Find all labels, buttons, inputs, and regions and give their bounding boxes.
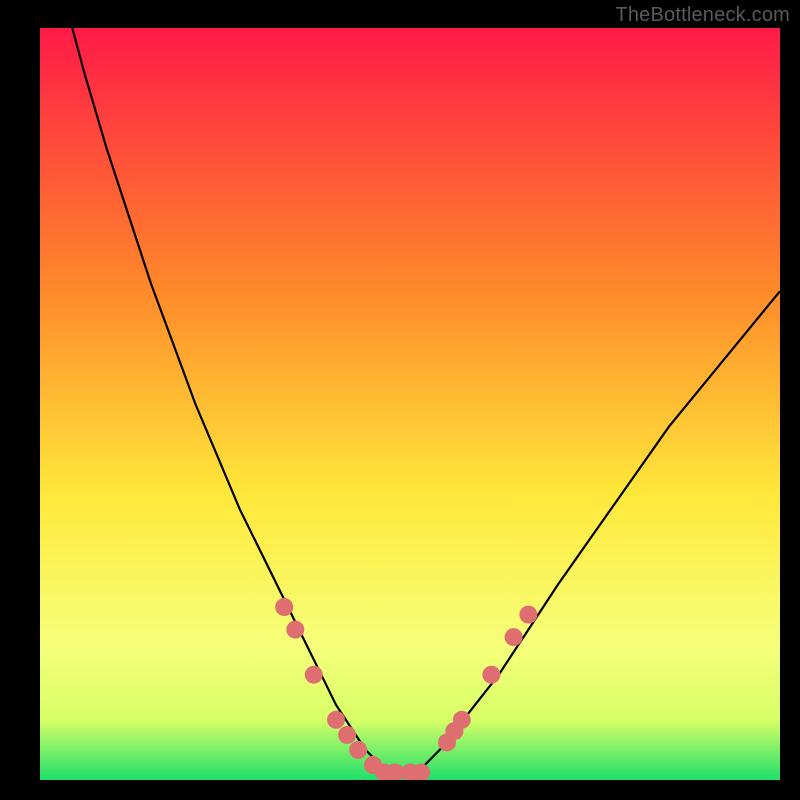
marker-dot <box>453 711 471 729</box>
watermark-text: TheBottleneck.com <box>615 4 790 27</box>
bottleneck-chart <box>40 28 780 780</box>
marker-dot <box>305 666 323 684</box>
gradient-background <box>40 28 780 780</box>
marker-dot <box>338 726 356 744</box>
marker-dot <box>275 598 293 616</box>
marker-dot <box>349 741 367 759</box>
marker-dot <box>286 621 304 639</box>
marker-dot <box>505 628 523 646</box>
marker-dot <box>327 711 345 729</box>
marker-dot <box>482 666 500 684</box>
marker-dot <box>519 606 537 624</box>
chart-frame <box>40 28 780 780</box>
